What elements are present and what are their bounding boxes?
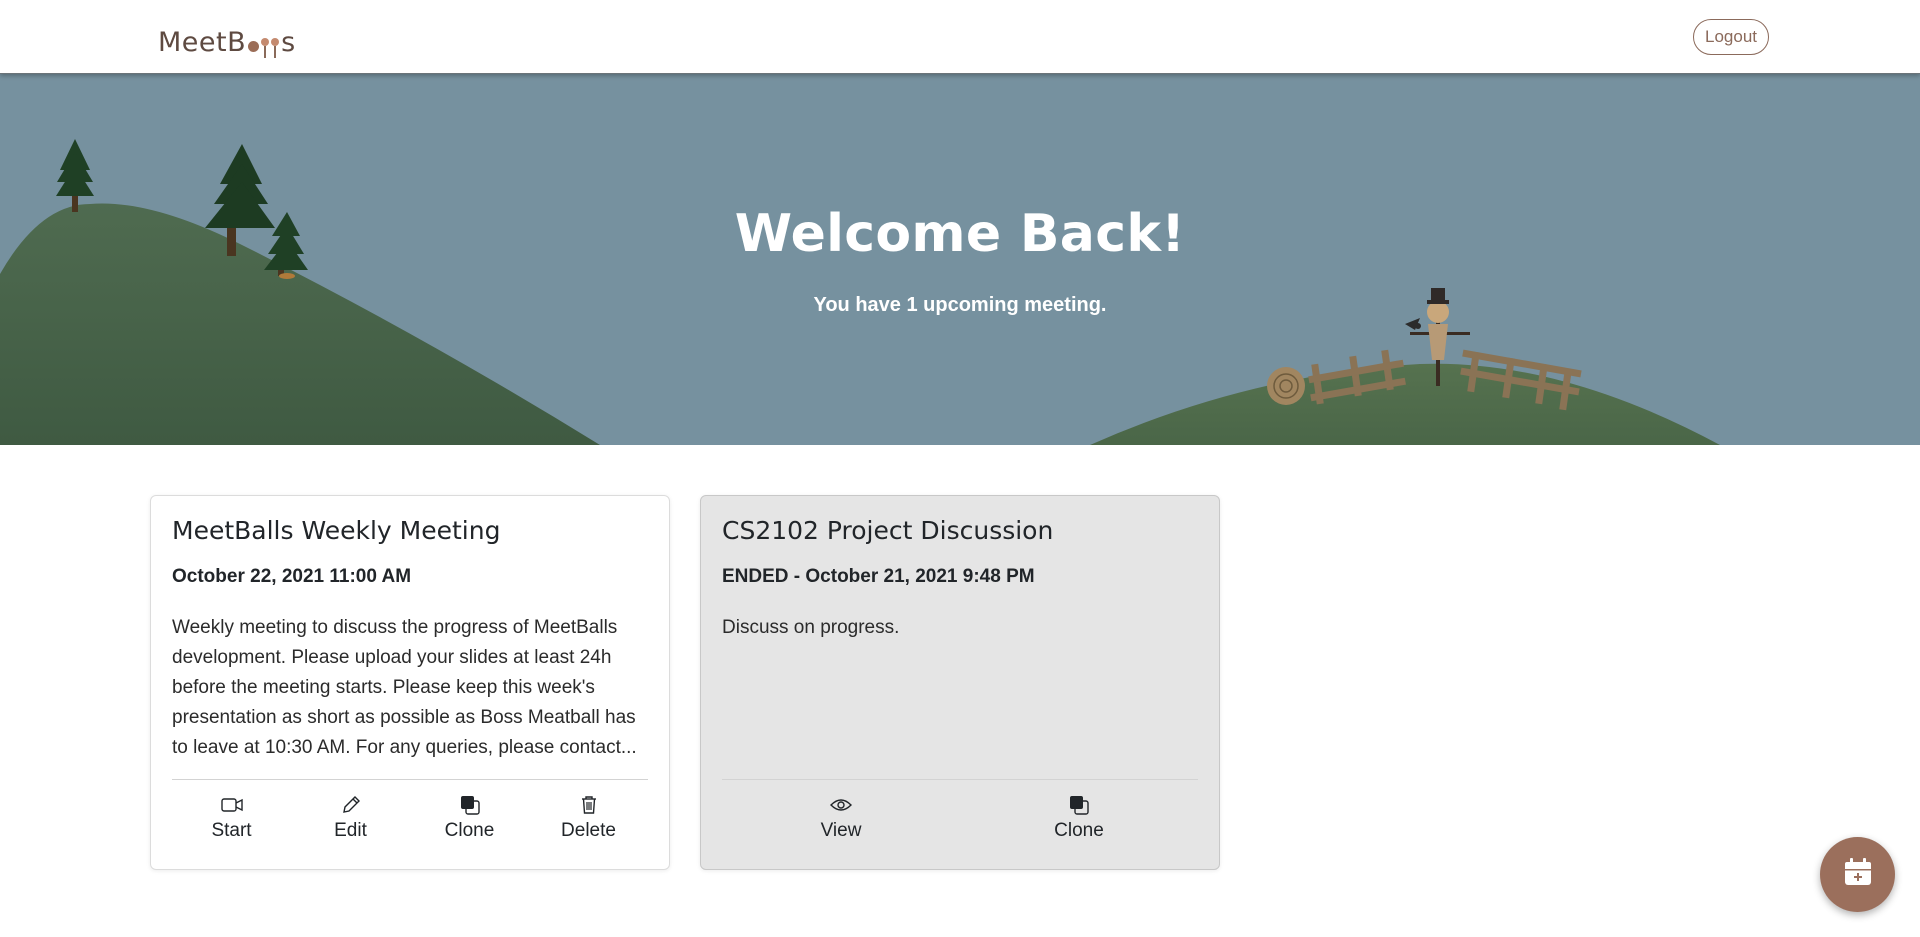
meatball-logo-icon <box>247 38 280 58</box>
meeting-card[interactable]: MeetBalls Weekly Meeting October 22, 202… <box>150 495 670 870</box>
edit-meeting-button[interactable]: Edit <box>296 788 406 858</box>
clone-meeting-button[interactable]: Clone <box>1024 788 1134 858</box>
start-label: Start <box>211 820 252 841</box>
meeting-card-ended[interactable]: CS2102 Project Discussion ENDED - Octobe… <box>700 495 1220 870</box>
edit-label: Edit <box>334 820 367 841</box>
brand-text-suffix: s <box>281 27 296 58</box>
meeting-title: CS2102 Project Discussion <box>722 516 1054 545</box>
meeting-date: October 22, 2021 11:00 AM <box>172 566 412 587</box>
copy-icon <box>459 792 481 818</box>
calendar-plus-icon <box>1843 857 1873 892</box>
create-meeting-fab[interactable] <box>1820 837 1895 912</box>
clone-meeting-button[interactable]: Clone <box>415 788 525 858</box>
clone-label: Clone <box>1054 820 1104 841</box>
pine-tree-icon <box>56 139 94 212</box>
trash-icon <box>580 792 598 818</box>
video-icon <box>220 792 243 818</box>
logout-button[interactable]: Logout <box>1693 19 1769 55</box>
pencil-icon <box>341 792 361 818</box>
copy-icon <box>1068 792 1090 818</box>
hero-banner: Welcome Back! You have 1 upcoming meetin… <box>0 74 1920 445</box>
meeting-title: MeetBalls Weekly Meeting <box>172 516 501 545</box>
start-meeting-button[interactable]: Start <box>177 788 287 858</box>
brand-logo[interactable]: MeetB s <box>158 18 296 58</box>
delete-label: Delete <box>561 820 616 841</box>
view-meeting-button[interactable]: View <box>786 788 896 858</box>
delete-meeting-button[interactable]: Delete <box>534 788 644 858</box>
card-divider <box>722 779 1198 780</box>
brand-text-prefix: MeetB <box>158 27 247 58</box>
card-divider <box>172 779 648 780</box>
meeting-actions: Start Edit Clone Delete <box>172 788 648 858</box>
navbar: MeetB s Logout <box>0 0 1920 74</box>
hay-bale-icon <box>1267 367 1305 405</box>
upcoming-meetings-count: You have 1 upcoming meeting. <box>813 294 1107 316</box>
meeting-date: ENDED - October 21, 2021 9:48 PM <box>722 566 1035 587</box>
meeting-actions: View Clone <box>722 788 1198 858</box>
eye-icon <box>830 792 852 818</box>
welcome-heading: Welcome Back! <box>734 204 1186 264</box>
meeting-description: Weekly meeting to discuss the progress o… <box>172 617 637 758</box>
view-label: View <box>820 820 862 841</box>
clone-label: Clone <box>444 820 495 841</box>
meeting-description: Discuss on progress. <box>722 617 900 638</box>
